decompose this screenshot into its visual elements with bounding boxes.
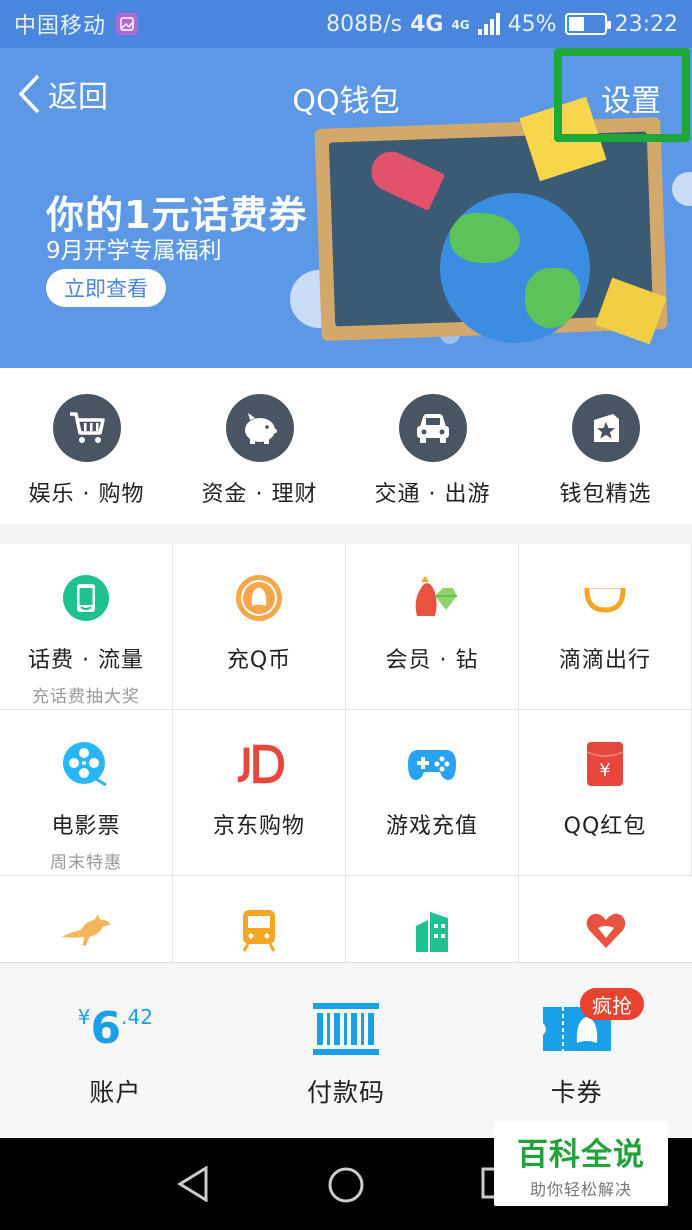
watermark-title: 百科全说 — [517, 1136, 645, 1173]
jd-icon — [233, 738, 285, 790]
watermark-logo: 百科全说 助你轻松解决 — [494, 1122, 668, 1206]
service-subtitle: 周末特惠 — [50, 853, 122, 873]
promo-banner[interactable]: 返回 QQ钱包 设置 你的1元话费券 9月开学专属福利 立即查看 — [0, 48, 692, 368]
service-qq-coin[interactable]: 充Q币 — [173, 544, 346, 710]
didi-icon — [579, 572, 631, 624]
category-entertainment-shopping[interactable]: 娱乐 · 购物 — [0, 368, 173, 524]
home-circle-icon[interactable] — [327, 1166, 365, 1204]
heart-charity-icon — [580, 904, 632, 956]
building-icon — [406, 904, 458, 956]
train-icon — [233, 904, 285, 956]
service-title: 会员 · 钻 — [385, 648, 479, 673]
battery-icon — [564, 13, 611, 35]
network-type-secondary: 4G — [451, 17, 470, 32]
network-speed: 808B/s — [326, 11, 403, 37]
piggy-bank-icon — [225, 394, 294, 462]
category-label: 娱乐 · 购物 — [28, 482, 145, 507]
service-movie-tickets[interactable]: 电影票 周末特惠 — [0, 710, 173, 876]
service-phone-data[interactable]: 话费 · 流量 充话费抽大奖 — [0, 544, 173, 710]
membership-diamond-icon — [406, 572, 458, 624]
account-balance: ¥ 6 .42 — [78, 999, 153, 1059]
back-triangle-icon[interactable] — [176, 1166, 210, 1202]
decor-bubble — [672, 172, 692, 206]
signal-icon — [477, 13, 500, 35]
promo-subtitle: 9月开学专属福利 — [46, 238, 222, 264]
gamepad-icon — [406, 738, 458, 790]
coupons-tab[interactable]: 卡券 — [461, 963, 692, 1138]
shopping-cart-icon — [52, 394, 121, 462]
star-card-icon — [571, 394, 640, 462]
settings-button[interactable]: 设置 — [601, 76, 661, 120]
service-title: 滴滴出行 — [558, 648, 651, 673]
chevron-left-icon — [18, 74, 40, 114]
service-subtitle: 充话费抽大奖 — [32, 687, 140, 707]
back-label: 返回 — [48, 80, 108, 115]
svg-text:¥: ¥ — [599, 760, 610, 781]
balance-integer: 6 — [90, 1003, 122, 1054]
view-now-button[interactable]: 立即查看 — [46, 269, 166, 307]
service-title: 电影票 — [51, 814, 121, 839]
service-qq-red-packet[interactable]: ¥ QQ红包 — [519, 710, 692, 876]
service-title: 充Q币 — [226, 648, 292, 673]
qq-coin-icon — [233, 572, 285, 624]
service-didi[interactable]: 滴滴出行 — [519, 544, 692, 710]
film-reel-icon — [60, 738, 112, 790]
clock: 23:22 — [614, 11, 678, 37]
barcode-icon — [313, 999, 379, 1059]
service-title: QQ红包 — [563, 814, 647, 839]
battery-percent: 45% — [507, 11, 557, 37]
coupons-label: 卡券 — [550, 1078, 603, 1107]
service-title: 话费 · 流量 — [28, 648, 144, 673]
category-label: 资金 · 理财 — [201, 482, 318, 507]
top-nav: 返回 QQ钱包 设置 — [0, 48, 692, 148]
kangaroo-icon — [60, 904, 112, 956]
service-grid: 话费 · 流量 充话费抽大奖 充Q币 会员 · 钻 滴滴出行 电影票 周末特惠 … — [0, 544, 692, 1042]
service-title: 京东购物 — [212, 814, 305, 839]
pay-code-tab[interactable]: 付款码 — [231, 963, 462, 1138]
back-button[interactable]: 返回 — [16, 72, 108, 116]
category-label: 交通 · 出游 — [374, 482, 491, 507]
service-game-topup[interactable]: 游戏充值 — [346, 710, 519, 876]
account-tab[interactable]: ¥ 6 .42 账户 — [0, 963, 231, 1138]
pay-code-label: 付款码 — [307, 1078, 386, 1107]
car-icon — [398, 394, 467, 462]
category-wallet-picks[interactable]: 钱包精选 — [519, 368, 692, 524]
hot-deal-badge: 疯抢 — [580, 988, 644, 1020]
currency-symbol: ¥ — [77, 1005, 91, 1029]
category-label: 钱包精选 — [559, 482, 652, 507]
red-packet-icon: ¥ — [579, 738, 631, 790]
phone-icon — [60, 572, 112, 624]
globe-illustration — [440, 193, 590, 343]
carrier-name: 中国移动 — [14, 14, 107, 39]
gallery-notification-icon — [116, 13, 139, 35]
network-type: 4G — [410, 11, 444, 37]
category-row: 娱乐 · 购物 资金 · 理财 交通 · 出游 钱包精选 — [0, 368, 692, 524]
category-transport-travel[interactable]: 交通 · 出游 — [346, 368, 519, 524]
account-label: 账户 — [89, 1078, 142, 1107]
service-membership[interactable]: 会员 · 钻 — [346, 544, 519, 710]
service-jd-shopping[interactable]: 京东购物 — [173, 710, 346, 876]
status-bar: 中国移动 808B/s 4G 4G 45% 23:22 — [0, 0, 692, 48]
balance-decimal: .42 — [121, 1005, 153, 1029]
category-funds-finance[interactable]: 资金 · 理财 — [173, 368, 346, 524]
watermark-subtitle: 助你轻松解决 — [529, 1179, 632, 1199]
service-title: 游戏充值 — [385, 814, 478, 839]
bottom-tab-bar: ¥ 6 .42 账户 付款码 卡券 — [0, 962, 692, 1138]
